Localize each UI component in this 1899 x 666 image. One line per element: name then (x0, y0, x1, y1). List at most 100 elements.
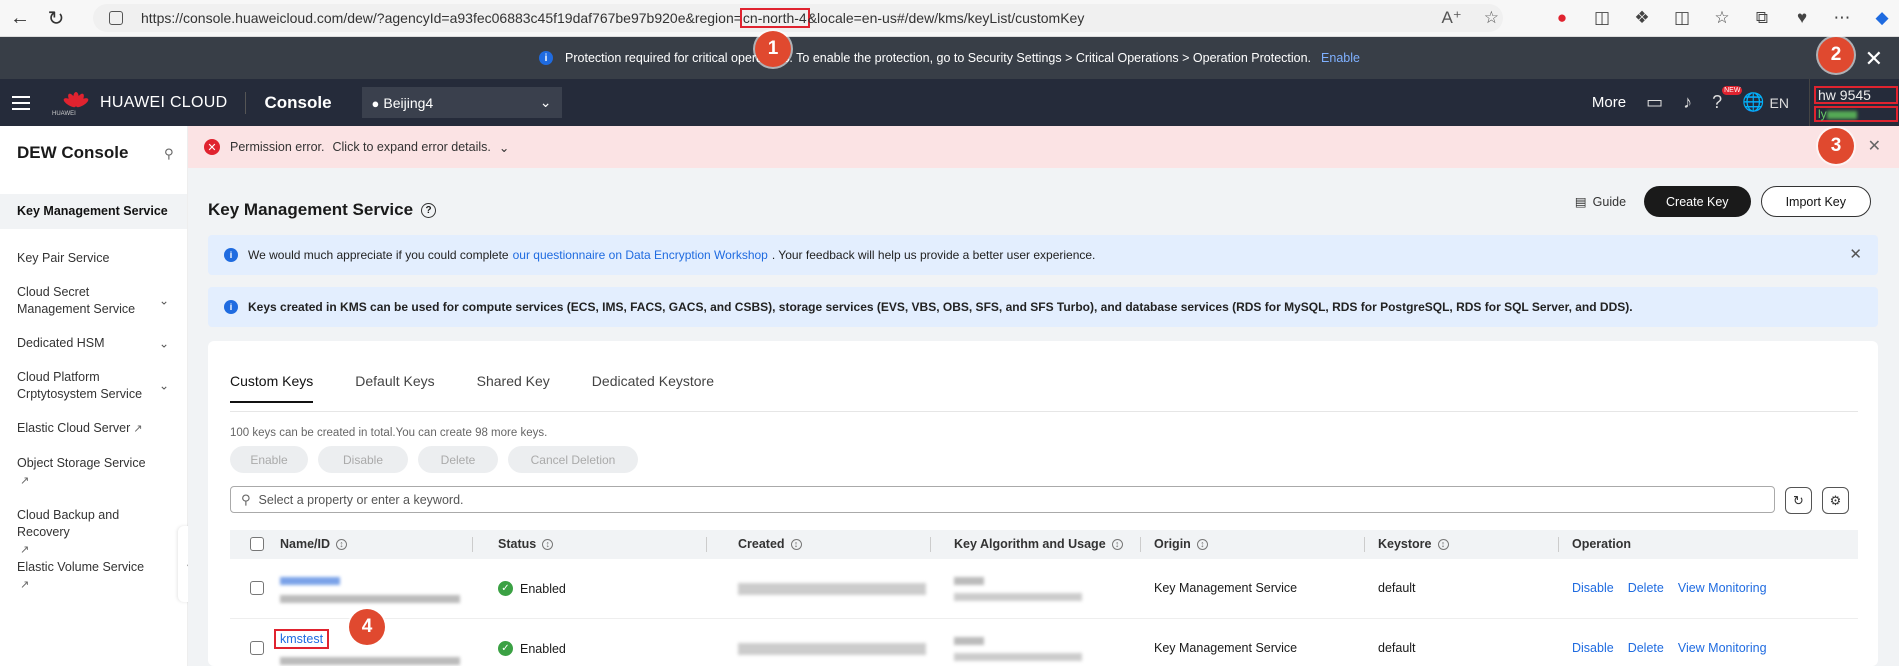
menu-icon[interactable] (12, 95, 30, 110)
tab-default-keys[interactable]: Default Keys (355, 373, 434, 403)
shield-extension-icon[interactable]: ◫ (1591, 7, 1613, 29)
sidebar-item-obs[interactable]: Object Storage Service ↗ (0, 455, 187, 490)
more-menu-icon[interactable]: ⋯ (1831, 7, 1853, 29)
console-link[interactable]: Console (264, 93, 331, 113)
cancel-deletion-button[interactable]: Cancel Deletion (508, 446, 638, 473)
select-all-checkbox[interactable] (250, 537, 264, 551)
sidebar-item-dedicated-hsm[interactable]: Dedicated HSM ⌄ (0, 335, 187, 352)
col-origin[interactable]: Origin ↕ (1154, 537, 1208, 551)
main-content: ✕ Permission error. Click to expand erro… (188, 126, 1899, 666)
refresh-button[interactable]: ↻ (1785, 487, 1812, 514)
tab-custom-keys[interactable]: Custom Keys (230, 373, 314, 403)
settings-gear-icon[interactable]: ⚙ (1822, 487, 1849, 514)
performance-icon[interactable]: ♥ (1791, 7, 1813, 29)
error-icon: ✕ (204, 139, 220, 155)
tab-dedicated-keystore[interactable]: Dedicated Keystore (592, 373, 714, 403)
keystore: default (1378, 641, 1416, 655)
col-algorithm[interactable]: Key Algorithm and Usage ↕ (954, 537, 1123, 551)
sidebar-item-key-pair[interactable]: Key Pair Service (0, 250, 187, 267)
table-row: ✓ Enabled Key Management Service default … (230, 559, 1858, 619)
status-badge: ✓ Enabled (498, 581, 566, 596)
chevron-down-icon[interactable]: ⌄ (499, 140, 509, 155)
view-monitoring-link[interactable]: View Monitoring (1678, 641, 1767, 655)
close-icon[interactable]: ✕ (1865, 46, 1883, 72)
puzzle-extensions-icon[interactable]: ❖ (1631, 7, 1653, 29)
delete-link[interactable]: Delete (1628, 581, 1664, 595)
key-name-link[interactable] (280, 573, 340, 587)
language-selector[interactable]: 🌐 EN (1742, 92, 1789, 113)
import-key-button[interactable]: Import Key (1760, 186, 1871, 217)
disable-link[interactable]: Disable (1572, 641, 1614, 655)
keystore: default (1378, 581, 1416, 595)
view-monitoring-link[interactable]: View Monitoring (1678, 581, 1767, 595)
disable-link[interactable]: Disable (1572, 581, 1614, 595)
url-suffix: &locale=en-us#/dew/kms/keyList/customKey (807, 10, 1085, 26)
col-name[interactable]: Name/ID ↕ (280, 537, 348, 551)
search-icon[interactable]: ⚲ (164, 146, 174, 162)
address-bar[interactable]: https://console.huaweicloud.com/dew/?age… (93, 4, 1503, 32)
close-icon[interactable]: ✕ (1849, 245, 1862, 263)
split-screen-icon[interactable]: ◫ (1671, 7, 1693, 29)
error-detail-toggle[interactable]: Click to expand error details. (332, 140, 490, 154)
enable-protection-link[interactable]: Enable (1321, 51, 1360, 65)
document-icon: ▤ (1574, 195, 1587, 209)
huawei-cloud-logo[interactable]: HUAWEI CLOUD (62, 90, 227, 116)
step-marker-3: 3 (1818, 128, 1854, 164)
language-label: EN (1769, 95, 1789, 111)
refresh-icon[interactable]: ↻ (38, 0, 74, 36)
col-created[interactable]: Created ↕ (738, 537, 802, 551)
delete-button[interactable]: Delete (418, 446, 498, 473)
key-name-link[interactable]: kmstest (273, 629, 330, 649)
guide-link[interactable]: ▤ Guide (1574, 194, 1626, 210)
help-icon[interactable]: ? NEW (1712, 86, 1743, 113)
info-icon: i (224, 248, 238, 262)
table-header: Name/ID ↕ Status ↕ Created ↕ Key Algorithm … (230, 530, 1858, 559)
sidebar-item-cloud-platform[interactable]: Cloud Platform Crptytosystem Service ⌄ (0, 369, 187, 403)
search-input[interactable]: ⚲ Select a property or enter a keyword. (230, 486, 1775, 513)
sort-icon: ↕ (1111, 538, 1123, 550)
row-checkbox[interactable] (250, 581, 264, 595)
delete-link[interactable]: Delete (1628, 641, 1664, 655)
tab-shared-key[interactable]: Shared Key (477, 373, 550, 403)
collections-icon[interactable]: ⧉ (1751, 7, 1773, 29)
chrome-extension-icon[interactable]: ● (1551, 7, 1573, 29)
status-badge: ✓ Enabled (498, 641, 566, 656)
search-placeholder: Select a property or enter a keyword. (258, 492, 464, 507)
favorite-star-icon[interactable]: ☆ (1484, 8, 1499, 28)
favorites-icon[interactable]: ☆ (1711, 7, 1733, 29)
bell-icon[interactable]: ♪ (1683, 92, 1692, 113)
external-link-icon: ↗ (133, 423, 143, 435)
chevron-down-icon: ⌄ (158, 336, 169, 350)
permission-error-bar[interactable]: ✕ Permission error. Click to expand erro… (188, 126, 1899, 168)
more-menu[interactable]: More (1592, 94, 1626, 111)
create-key-button[interactable]: Create Key (1644, 186, 1751, 217)
account-menu[interactable]: hw 9545 ly (1809, 79, 1899, 126)
copilot-icon[interactable]: ◆ (1871, 7, 1893, 29)
disable-button[interactable]: Disable (318, 446, 408, 473)
external-link-icon: ↗ (20, 475, 30, 487)
row-checkbox[interactable] (250, 641, 264, 655)
key-algorithm (954, 633, 1082, 662)
terminal-icon[interactable]: ▭ (1646, 92, 1663, 113)
key-id (280, 591, 460, 605)
error-text: Permission error. (230, 140, 325, 154)
help-icon[interactable]: ? (421, 202, 437, 218)
sidebar-item-ecs[interactable]: Elastic Cloud Server ↗ (0, 420, 187, 438)
sidebar-item-cbr[interactable]: Cloud Backup and Recovery ↗ (0, 507, 187, 559)
col-status[interactable]: Status ↕ (498, 537, 554, 551)
sidebar-item-evs[interactable]: Elastic Volume Service ↗ (0, 559, 187, 594)
sidebar-item-kms[interactable]: Key Management Service (0, 194, 187, 229)
location-pin-icon: ● (371, 95, 380, 111)
close-icon[interactable]: ✕ (1868, 136, 1881, 156)
back-icon[interactable]: ← (2, 0, 38, 36)
enable-button[interactable]: Enable (230, 446, 308, 473)
region-selector[interactable]: ● Beijing4 ⌄ (361, 87, 562, 118)
step-marker-2: 2 (1818, 37, 1854, 73)
sidebar: DEW Console ⚲ Key Management Service Key… (0, 126, 188, 666)
col-keystore[interactable]: Keystore ↕ (1378, 537, 1449, 551)
questionnaire-link[interactable]: our questionnaire on Data Encryption Wor… (513, 248, 768, 262)
origin: Key Management Service (1154, 641, 1298, 655)
sidebar-title: DEW Console (17, 143, 129, 162)
sidebar-item-cloud-secret[interactable]: Cloud Secret Management Service ⌄ (0, 284, 187, 318)
read-aloud-icon[interactable]: A⁺ (1441, 8, 1461, 28)
